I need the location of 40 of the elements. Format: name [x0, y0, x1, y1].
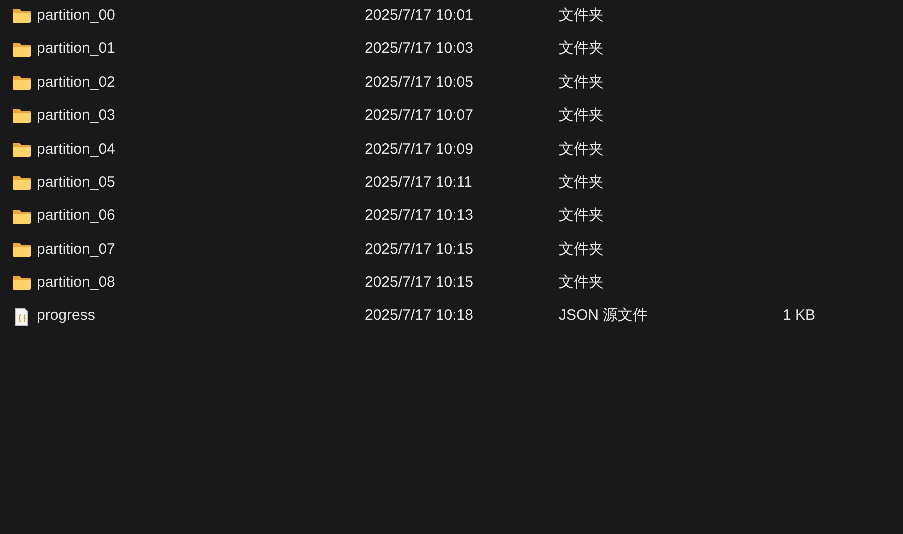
file-name[interactable]: partition_07 — [37, 238, 116, 262]
folder-icon — [12, 208, 32, 225]
file-type: JSON 源文件 — [559, 306, 650, 326]
file-name[interactable]: partition_02 — [37, 72, 116, 94]
file-name[interactable]: partition_08 — [37, 272, 116, 295]
modified-date: 2025/7/17 10:03 — [365, 39, 474, 60]
file-name[interactable]: partition_01 — [37, 38, 116, 61]
file-type: 文件夹 — [559, 240, 605, 260]
file-size: 1 KB — [783, 306, 816, 326]
file-name[interactable]: partition_05 — [37, 172, 116, 194]
folder-icon — [12, 74, 32, 91]
file-name[interactable]: partition_00 — [37, 4, 116, 28]
file-type: 文件夹 — [559, 39, 605, 60]
file-type: 文件夹 — [559, 72, 605, 93]
file-name[interactable]: partition_03 — [37, 105, 116, 128]
folder-icon — [12, 175, 32, 192]
folder-icon — [12, 108, 32, 124]
modified-date: 2025/7/17 10:15 — [365, 273, 474, 294]
file-type: 文件夹 — [559, 172, 605, 193]
folder-icon — [12, 242, 32, 258]
modified-date: 2025/7/17 10:09 — [365, 140, 474, 160]
file-type: 文件夹 — [559, 106, 605, 126]
file-type: 文件夹 — [559, 140, 605, 160]
file-type: 文件夹 — [559, 6, 605, 26]
folder-icon — [12, 8, 32, 24]
file-type: 文件夹 — [559, 206, 605, 226]
file-type: 文件夹 — [559, 273, 605, 294]
folder-icon — [12, 142, 32, 158]
modified-date: 2025/7/17 10:07 — [365, 106, 474, 126]
modified-date: 2025/7/17 10:11 — [365, 172, 474, 193]
modified-date: 2025/7/17 10:18 — [365, 306, 474, 326]
modified-date: 2025/7/17 10:13 — [365, 206, 474, 226]
file-name[interactable]: progress — [37, 305, 96, 328]
file-name[interactable]: partition_06 — [37, 205, 116, 228]
modified-date: 2025/7/17 10:15 — [365, 240, 474, 260]
file-name[interactable]: partition_04 — [37, 138, 116, 161]
folder-icon — [12, 42, 32, 58]
modified-date: 2025/7/17 10:05 — [365, 72, 474, 93]
folder-icon — [12, 275, 32, 292]
modified-date: 2025/7/17 10:01 — [365, 6, 474, 26]
